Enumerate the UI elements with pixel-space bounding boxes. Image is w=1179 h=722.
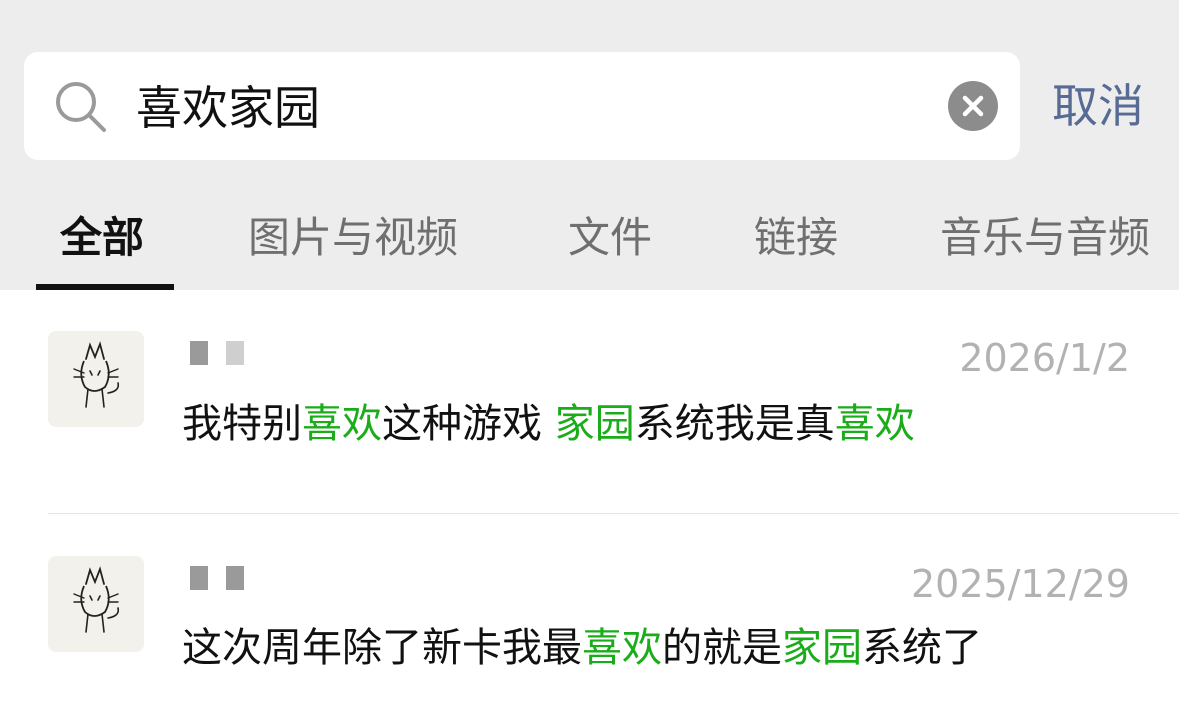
message-text[interactable]: 我特别喜欢这种游戏 家园系统我是真喜欢 — [182, 396, 915, 452]
message-keyword-highlight: 喜欢 — [582, 625, 662, 671]
message-segment: 系统了 — [862, 625, 982, 671]
message-segment: 这种游戏 — [382, 401, 555, 447]
sender-name-redacted — [190, 566, 208, 590]
cancel-button[interactable]: 取消 — [1052, 74, 1144, 138]
message-keyword-highlight: 喜欢 — [834, 401, 915, 447]
message-keyword-highlight: 家园 — [554, 401, 635, 447]
sender-name-redacted — [226, 566, 244, 590]
avatar[interactable] — [48, 556, 144, 652]
message-segment: 我特别 — [182, 401, 302, 447]
cat-sketch-icon — [73, 566, 120, 633]
message-keyword-highlight: 喜欢 — [302, 401, 382, 447]
avatar[interactable] — [48, 331, 144, 427]
sender-name-redacted — [190, 341, 208, 365]
tab-music-audio[interactable]: 音乐与音频 — [940, 208, 1150, 268]
message-segment: 这次周年除了新卡我最 — [182, 625, 582, 671]
message-segment: 系统我是真 — [634, 401, 835, 447]
clear-search-button[interactable] — [948, 81, 998, 131]
result-divider — [48, 513, 1179, 514]
message-date: 2026/1/2 — [959, 336, 1130, 380]
tab-all[interactable]: 全部 — [60, 208, 144, 268]
tab-images-videos[interactable]: 图片与视频 — [248, 208, 458, 268]
cat-sketch-icon — [73, 341, 120, 408]
tab-links[interactable]: 链接 — [754, 208, 838, 268]
message-date: 2025/12/29 — [910, 562, 1130, 606]
search-icon — [56, 82, 106, 132]
tab-files[interactable]: 文件 — [568, 208, 652, 268]
message-text[interactable]: 这次周年除了新卡我最喜欢的就是家园系统了 — [182, 620, 982, 676]
message-segment: 的就是 — [662, 625, 782, 671]
search-query-text[interactable]: 喜欢家园 — [136, 77, 320, 139]
close-icon — [962, 95, 984, 117]
sender-name-redacted — [226, 341, 244, 365]
active-tab-indicator — [36, 284, 174, 290]
message-keyword-highlight: 家园 — [782, 625, 862, 671]
